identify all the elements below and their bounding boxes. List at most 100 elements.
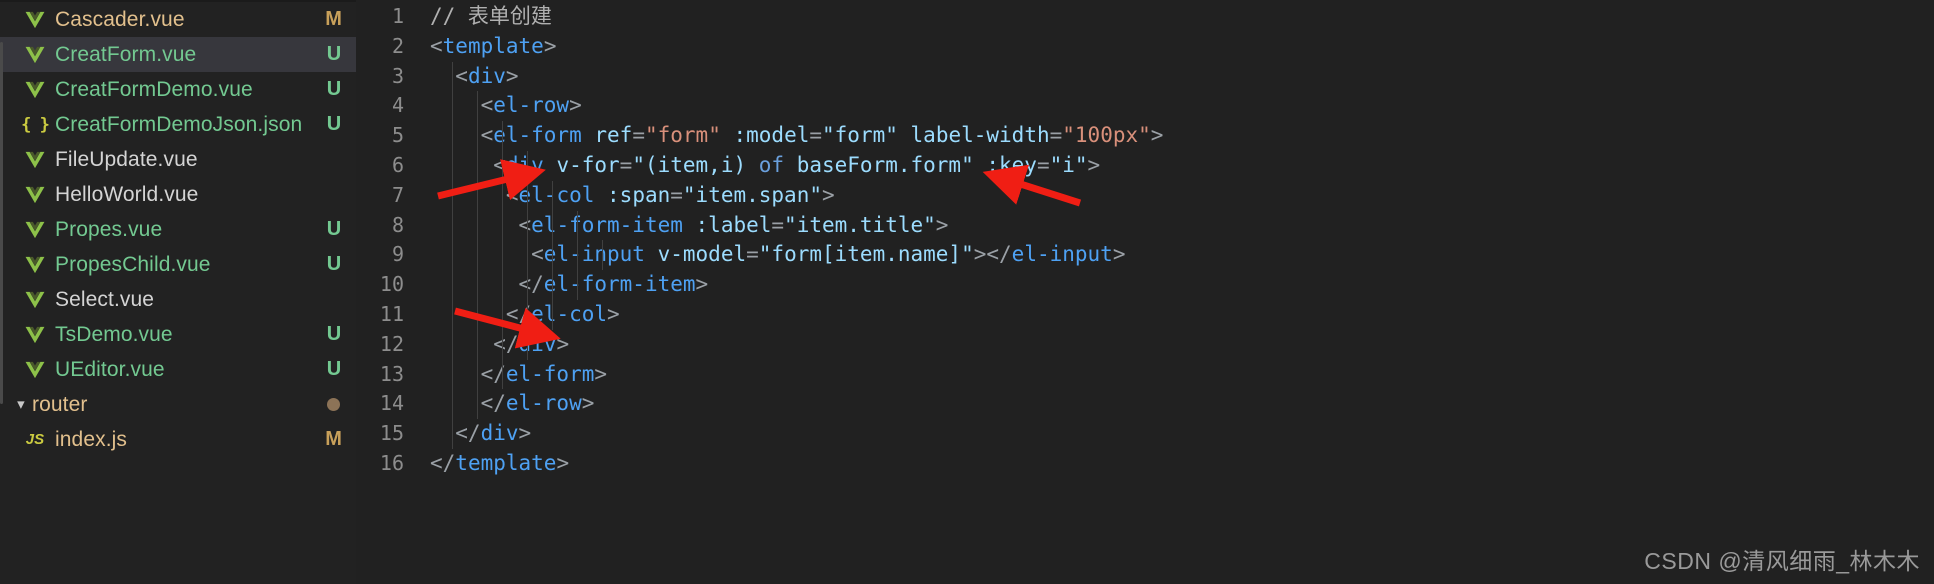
code-token: div (480, 421, 519, 446)
file-tree-item-label: Propes.vue (55, 217, 163, 241)
indent-guide (577, 240, 578, 271)
code-line: 10 </el-form-item> (356, 270, 1934, 300)
code-token: < (430, 33, 443, 58)
file-tree-item-label: TsDemo.vue (55, 322, 173, 346)
code-line-text: <el-row> (430, 91, 1934, 122)
code-token: "i" (1049, 152, 1088, 177)
code-token: "form[item.name]" (758, 242, 974, 267)
file-tree-item-helloworld-vue[interactable]: HelloWorld.vue (0, 177, 356, 212)
chevron-down-icon[interactable]: ▾ (10, 395, 32, 413)
vue-file-icon (22, 287, 48, 313)
code-line-text: </el-row> (430, 389, 1934, 420)
code-token: > (935, 212, 949, 237)
indent-guide (477, 299, 478, 330)
line-number: 15 (379, 421, 404, 446)
vue-file-icon (22, 357, 48, 383)
code-line: 12 </div> (356, 329, 1934, 360)
file-tree: Cascader.vue M CreatForm.vue U CreatFormDemo… (0, 2, 356, 457)
code-token: > (518, 421, 532, 446)
file-tree-item-select-vue[interactable]: Select.vue (0, 282, 356, 317)
line-number: 16 (379, 450, 404, 475)
code-token: v-for (556, 152, 620, 177)
line-number: 12 (379, 331, 404, 356)
code-token: = (1036, 152, 1050, 177)
vue-file-icon (22, 7, 48, 33)
indent-guide (577, 270, 578, 300)
code-token: </ (430, 331, 519, 356)
code-token: "100px" (1062, 123, 1151, 148)
json-file-icon: { } (21, 114, 50, 135)
code-line: 8 <el-form-item :label="item.title"> (356, 210, 1934, 241)
code-token: el-input (1011, 242, 1113, 267)
file-tree-item-creatformdemo-vue[interactable]: CreatFormDemo.vue U (0, 72, 356, 107)
indent-guide (527, 150, 528, 181)
indent-guide (502, 180, 503, 211)
code-token: :model (733, 123, 810, 148)
indent-guide (602, 240, 603, 271)
file-tree-item-propeschild-vue[interactable]: PropesChild.vue U (0, 247, 356, 282)
file-explorer-sidebar: Cascader.vue M CreatForm.vue U CreatFormDemo… (0, 0, 356, 584)
indent-guide (502, 359, 503, 390)
line-number: 5 (391, 123, 404, 148)
code-token: = (809, 123, 823, 148)
line-number: 3 (391, 63, 404, 88)
code-line: 4 <el-row> (356, 91, 1934, 122)
code-line: 13 </el-form> (356, 359, 1934, 390)
code-editor[interactable]: 1// 表单创建 2 <template> 3 <div> 4 <el-row> 5 <e… (356, 0, 1934, 584)
indent-guide (552, 210, 553, 241)
file-tree-item-propes-vue[interactable]: Propes.vue U (0, 212, 356, 247)
git-status-badge: M (325, 428, 342, 450)
code-token: "(item,i) (632, 152, 759, 177)
vue-file-icon (22, 42, 48, 68)
code-line: 1 // 表单创建 (356, 2, 1934, 32)
file-tree-item-ueditor-vue[interactable]: UEditor.vue U (0, 352, 356, 387)
file-tree-item-label: index.js (55, 427, 128, 451)
code-token: > (1150, 123, 1164, 148)
csdn-watermark: CSDN @清风细雨_林木木 (1644, 548, 1920, 574)
file-tree-item-router[interactable]: ▾ router (0, 387, 356, 422)
code-token: el-form (493, 123, 582, 148)
code-line-text: </div> (430, 419, 1934, 449)
indent-guide (452, 359, 453, 390)
code-token: > (607, 301, 620, 326)
indent-guide (527, 240, 528, 271)
indent-guide (477, 121, 478, 151)
indent-guide (477, 91, 478, 122)
code-token: el-row (493, 93, 570, 118)
git-status-badge: U (326, 113, 342, 135)
indent-guide (452, 150, 453, 181)
file-tree-item-tsdemo-vue[interactable]: TsDemo.vue U (0, 317, 356, 352)
file-tree-item-creatformdemojson-json[interactable]: { } CreatFormDemoJson.json U (0, 107, 356, 142)
code-token: = (619, 152, 633, 177)
file-tree-item-creatform-vue[interactable]: CreatForm.vue U (0, 37, 356, 72)
code-content[interactable]: 1// 表单创建 2 <template> 3 <div> 4 <el-row> 5 <e… (356, 0, 1934, 479)
code-token: < (430, 123, 494, 148)
line-number: 1 (391, 4, 404, 28)
code-token: baseForm.form" (784, 152, 974, 177)
line-number: 10 (379, 272, 404, 297)
indent-guide (452, 270, 453, 300)
folder-modified-dot (327, 398, 340, 411)
code-token: </ (986, 242, 1012, 267)
vue-file-icon (22, 147, 48, 173)
code-line-text: </el-form-item> (430, 270, 1934, 300)
file-tree-item-label: FileUpdate.vue (55, 147, 198, 171)
indent-guide (502, 329, 503, 360)
file-tree-item-fileupdate-vue[interactable]: FileUpdate.vue (0, 142, 356, 177)
code-token: > (569, 93, 582, 118)
code-token: of (758, 152, 785, 177)
code-token: "item.span" (682, 182, 822, 207)
code-token: ref (594, 123, 633, 148)
code-line: 2 <template> (356, 32, 1934, 62)
line-number: 8 (391, 212, 404, 237)
line-number: 4 (391, 93, 404, 118)
file-tree-item-index-js[interactable]: JS index.js M (0, 422, 356, 457)
indent-guide (452, 61, 453, 92)
indent-guide (527, 270, 528, 300)
code-token: > (1112, 242, 1126, 267)
sidebar-scrollbar[interactable] (0, 42, 3, 404)
file-tree-item-cascader-vue[interactable]: Cascader.vue M (0, 2, 356, 37)
code-token: :label (695, 212, 772, 237)
indent-guide (502, 240, 503, 271)
